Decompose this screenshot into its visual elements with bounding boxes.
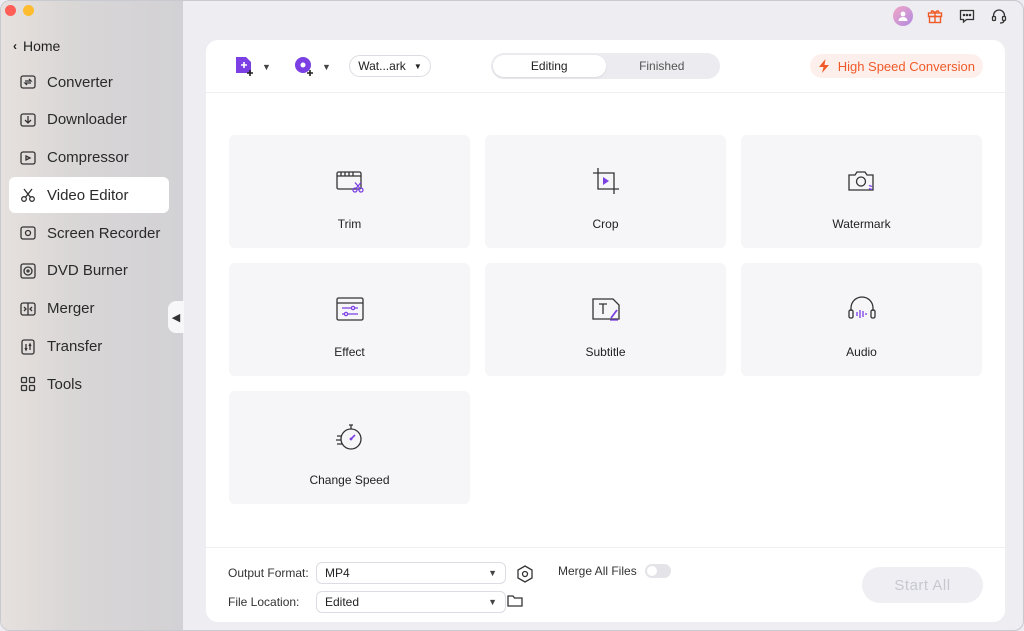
sidebar-item-compressor[interactable]: Compressor	[9, 140, 169, 176]
chevron-left-icon: ◀	[171, 311, 181, 324]
close-window-button[interactable]	[5, 5, 16, 16]
dvd-icon	[20, 263, 36, 279]
tool-card-subtitle[interactable]: Subtitle	[485, 263, 726, 376]
downloader-icon	[20, 113, 36, 127]
output-format-value: MP4	[325, 566, 350, 580]
chevron-down-icon: ▼	[488, 597, 497, 607]
file-location-value: Edited	[325, 595, 360, 609]
toolbar: ▼ ▼ Wat...ark ▼ Editing Finished High Sp…	[206, 40, 1005, 93]
top-right-icons	[893, 6, 1009, 26]
chevron-down-icon: ▼	[413, 61, 422, 71]
tab-finished[interactable]: Finished	[606, 55, 719, 77]
start-all-button[interactable]: Start All	[862, 567, 983, 603]
crop-icon	[592, 168, 619, 194]
sidebar-collapse-button[interactable]: ◀	[168, 301, 184, 333]
app-window: ‹ Home Converter Downloader Compressor V…	[0, 0, 1024, 631]
tool-label: Effect	[334, 345, 365, 359]
add-file-icon	[236, 57, 253, 76]
sidebar-item-label: Converter	[47, 73, 113, 91]
sidebar-item-label: Downloader	[47, 111, 128, 129]
chevron-left-icon: ‹	[13, 39, 17, 53]
high-speed-conversion-button[interactable]: High Speed Conversion	[809, 54, 983, 78]
sidebar-item-label: Transfer	[47, 338, 103, 356]
footer-bar: Output Format: MP4 ▼ Merge All Files Fil…	[206, 547, 1005, 622]
speed-icon	[335, 424, 362, 450]
sidebar-item-label: Screen Recorder	[47, 224, 161, 242]
trim-icon	[335, 171, 364, 193]
add-disc-icon	[295, 57, 313, 76]
audio-icon	[847, 296, 876, 319]
tool-label: Watermark	[832, 217, 891, 231]
minimize-window-button[interactable]	[23, 5, 34, 16]
support-headset-icon[interactable]	[989, 6, 1009, 26]
status-tabs: Editing Finished	[491, 53, 720, 79]
sidebar-item-video-editor[interactable]: Video Editor	[9, 177, 169, 214]
high-speed-label: High Speed Conversion	[837, 58, 975, 74]
sidebar-item-label: Merger	[47, 300, 95, 318]
sidebar-item-tools[interactable]: Tools	[9, 366, 169, 402]
file-location-dropdown[interactable]: Edited ▼	[316, 591, 506, 613]
converter-icon	[20, 75, 36, 89]
scissors-icon	[21, 188, 35, 203]
merge-toggle[interactable]	[644, 564, 671, 578]
screen-recorder-icon	[20, 226, 36, 240]
tool-card-crop[interactable]: Crop	[485, 135, 726, 248]
traffic-lights	[5, 5, 34, 16]
tool-card-watermark[interactable]: Watermark	[741, 135, 982, 248]
sidebar-item-label: Video Editor	[47, 186, 129, 204]
sidebar-item-screen-recorder[interactable]: Screen Recorder	[9, 215, 169, 251]
tool-card-effect[interactable]: Effect	[229, 263, 470, 376]
tool-label: Subtitle	[585, 345, 626, 359]
merge-all-files: Merge All Files	[558, 564, 671, 578]
output-format-label: Output Format:	[228, 566, 309, 580]
merger-icon	[20, 302, 36, 316]
sidebar-item-label: Tools	[47, 375, 83, 393]
sidebar-item-dvd-burner[interactable]: DVD Burner	[9, 253, 169, 289]
tool-label: Change Speed	[309, 473, 390, 487]
folder-icon[interactable]	[506, 592, 524, 615]
home-label: Home	[23, 38, 61, 54]
preset-dropdown[interactable]: Wat...ark ▼	[349, 55, 431, 77]
chevron-down-icon: ▼	[322, 62, 331, 72]
subtitle-icon	[591, 298, 620, 321]
tool-label: Trim	[337, 217, 362, 231]
sidebar-item-converter[interactable]: Converter	[9, 64, 169, 100]
transfer-icon	[21, 338, 35, 355]
watermark-icon	[847, 171, 874, 191]
lightning-icon	[818, 59, 829, 73]
sidebar-item-downloader[interactable]: Downloader	[9, 102, 169, 138]
sidebar-item-label: Compressor	[47, 149, 129, 167]
sidebar: ‹ Home Converter Downloader Compressor V…	[1, 1, 183, 630]
tool-label: Crop	[592, 217, 619, 231]
chevron-down-icon: ▼	[488, 568, 497, 578]
sidebar-item-transfer[interactable]: Transfer	[9, 329, 169, 365]
add-disc-button[interactable]: ▼	[292, 54, 331, 80]
main-panel: ▼ ▼ Wat...ark ▼ Editing Finished High Sp…	[206, 40, 1005, 622]
home-link[interactable]: ‹ Home	[13, 38, 60, 54]
tool-card-change-speed[interactable]: Change Speed	[229, 391, 470, 504]
tab-editing[interactable]: Editing	[493, 55, 606, 77]
output-format-dropdown[interactable]: MP4 ▼	[316, 562, 506, 584]
avatar-icon[interactable]	[893, 6, 913, 26]
format-settings-icon[interactable]	[515, 564, 535, 589]
gift-icon[interactable]	[925, 6, 945, 26]
preset-label: Wat...ark	[358, 59, 406, 73]
tool-card-trim[interactable]: Trim	[229, 135, 470, 248]
file-location-label: File Location:	[228, 595, 300, 609]
tool-label: Audio	[846, 345, 877, 359]
sidebar-item-label: DVD Burner	[47, 262, 128, 280]
effect-icon	[335, 297, 364, 321]
chevron-down-icon: ▼	[262, 62, 271, 72]
tools-icon	[20, 377, 36, 392]
sidebar-item-merger[interactable]: Merger	[9, 291, 169, 327]
compressor-icon	[20, 150, 36, 165]
merge-label: Merge All Files	[558, 564, 637, 578]
sidebar-nav: Converter Downloader Compressor Video Ed…	[9, 64, 169, 404]
tool-card-audio[interactable]: Audio	[741, 263, 982, 376]
add-file-button[interactable]: ▼	[232, 54, 271, 80]
feedback-icon[interactable]	[957, 6, 977, 26]
